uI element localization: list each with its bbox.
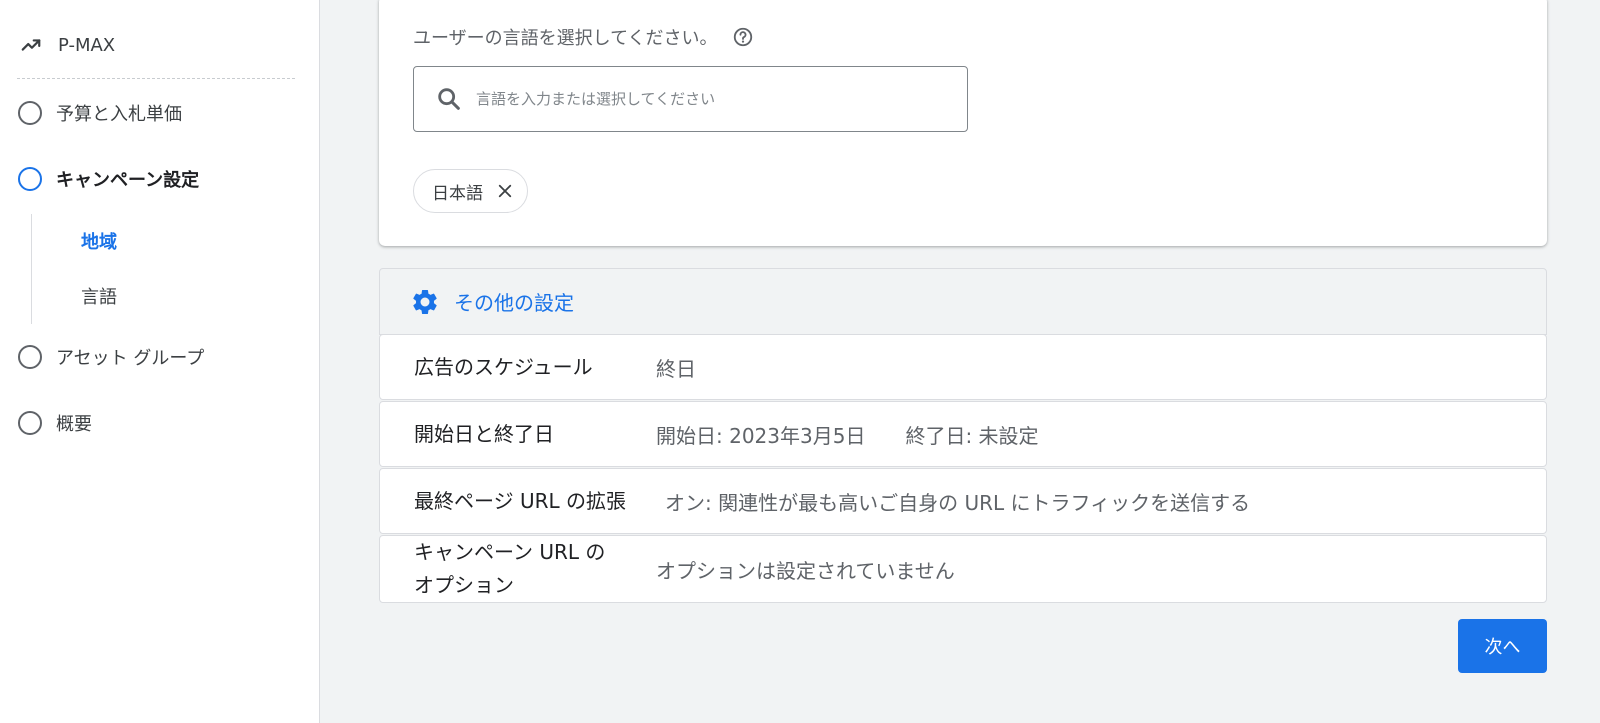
- language-prompt-text: ユーザーの言語を選択してください。: [413, 28, 718, 49]
- step-label: アセット グループ: [56, 348, 205, 369]
- substep-location[interactable]: 地域: [81, 228, 117, 254]
- row-campaign-url-options[interactable]: キャンペーン URL の オプション オプションは設定されていません: [379, 535, 1547, 603]
- language-search-box[interactable]: [413, 66, 968, 132]
- substep-line: [31, 214, 32, 324]
- row-label-line2: オプション: [414, 573, 514, 597]
- step-label: 概要: [56, 414, 92, 435]
- row-value: オン: 関連性が最も高いご自身の URL にトラフィックを送信する: [665, 490, 1251, 515]
- row-label: 開始日と終了日: [414, 421, 554, 446]
- help-icon[interactable]: [732, 26, 754, 48]
- row-ad-schedule[interactable]: 広告のスケジュール 終日: [379, 334, 1547, 400]
- substep-language[interactable]: 言語: [81, 283, 117, 309]
- row-start-end-dates[interactable]: 開始日と終了日 開始日: 2023年3月5日 終了日: 未設定: [379, 401, 1547, 467]
- row-value: オプションは設定されていません: [656, 558, 955, 583]
- step-summary[interactable]: 概要: [18, 408, 92, 438]
- brand-label: P-MAX: [58, 34, 116, 56]
- gear-icon: [410, 287, 440, 317]
- step-circle-icon: [18, 411, 42, 435]
- language-chip: 日本語: [413, 169, 528, 213]
- language-card: ユーザーの言語を選択してください。 日本語: [379, 0, 1547, 246]
- row-final-url-expansion[interactable]: 最終ページ URL の拡張 オン: 関連性が最も高いご自身の URL にトラフィ…: [379, 468, 1547, 534]
- start-date: 開始日: 2023年3月5日: [656, 423, 866, 448]
- step-label: 予算と入札単価: [56, 104, 182, 125]
- other-settings-header[interactable]: その他の設定: [379, 268, 1547, 335]
- step-circle-active-icon: [18, 167, 42, 191]
- other-settings-title: その他の設定: [454, 291, 574, 315]
- close-icon[interactable]: [495, 181, 515, 201]
- language-prompt: ユーザーの言語を選択してください。: [413, 24, 754, 50]
- sidebar: P-MAX 予算と入札単価 キャンペーン設定 地域 言語 アセット グループ 概…: [0, 0, 320, 723]
- brand: P-MAX: [20, 32, 115, 58]
- end-date: 終了日: 未設定: [905, 423, 1039, 448]
- step-circle-icon: [18, 345, 42, 369]
- row-label-line1: キャンペーン URL の: [414, 540, 606, 564]
- row-label: キャンペーン URL の オプション: [414, 536, 605, 602]
- row-label: 最終ページ URL の拡張: [414, 488, 626, 513]
- row-value: 終日: [656, 356, 696, 381]
- step-asset-group[interactable]: アセット グループ: [18, 342, 204, 372]
- step-circle-icon: [18, 101, 42, 125]
- language-chip-label: 日本語: [432, 183, 483, 204]
- step-budget[interactable]: 予算と入札単価: [18, 98, 182, 128]
- language-search-input[interactable]: [476, 90, 916, 108]
- row-label: 広告のスケジュール: [414, 354, 593, 379]
- brand-divider: [17, 78, 295, 79]
- search-icon: [434, 84, 464, 114]
- trending-icon: [20, 34, 42, 56]
- step-label: キャンペーン設定: [56, 170, 200, 191]
- step-campaign-settings[interactable]: キャンペーン設定: [18, 164, 199, 194]
- next-button[interactable]: 次へ: [1458, 619, 1547, 673]
- row-value: 開始日: 2023年3月5日 終了日: 未設定: [656, 420, 1039, 449]
